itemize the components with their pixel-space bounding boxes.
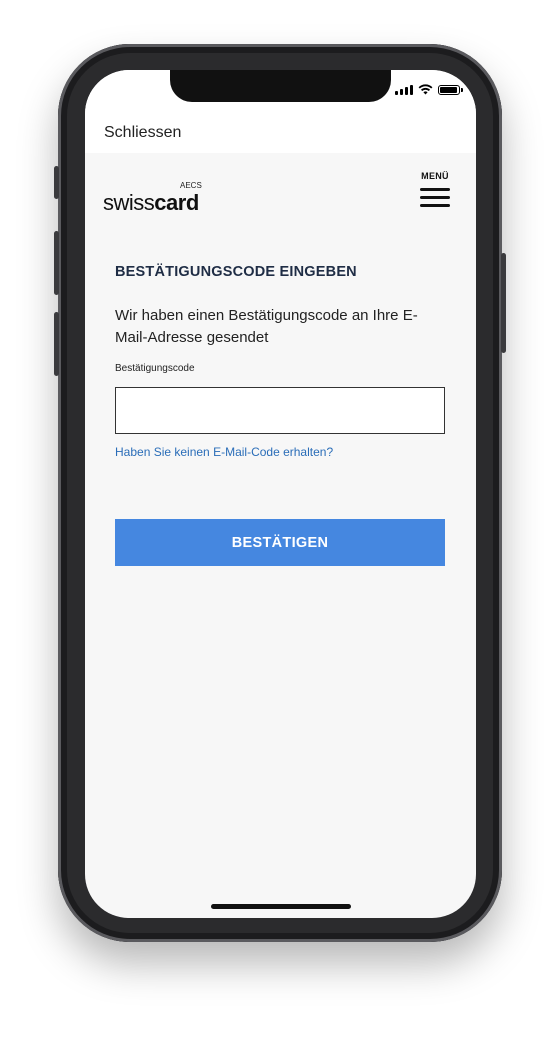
status-bar xyxy=(395,84,463,95)
confirm-button[interactable]: BESTÄTIGEN xyxy=(115,519,445,566)
logo-suffix: card xyxy=(154,190,199,215)
menu-label: MENÜ xyxy=(421,171,449,181)
battery-icon xyxy=(438,84,463,95)
volume-up-button xyxy=(54,231,59,295)
page-title: BESTÄTIGUNGSCODE EINGEBEN xyxy=(115,264,357,280)
signal-icon xyxy=(395,84,413,95)
volume-down-button xyxy=(54,312,59,376)
intro-text: Wir haben einen Bestätigungscode an Ihre… xyxy=(115,307,418,346)
logo-wordmark: swisscard xyxy=(103,190,199,216)
wifi-icon xyxy=(418,84,433,95)
confirmation-code-input[interactable] xyxy=(115,387,445,434)
hamburger-icon xyxy=(420,188,450,207)
power-button xyxy=(501,253,506,353)
logo-prefix: swiss xyxy=(103,190,155,215)
menu-button[interactable]: MENÜ xyxy=(420,171,450,212)
code-field-label: Bestätigungscode xyxy=(115,363,195,374)
close-link[interactable]: Schliessen xyxy=(104,124,181,142)
logo-superscript: AECS xyxy=(180,181,202,190)
screen: Schliessen AECS swisscard MENÜ BESTÄTIGU… xyxy=(85,70,476,918)
home-indicator xyxy=(211,904,351,909)
notch xyxy=(170,70,391,102)
no-code-received-link[interactable]: Haben Sie keinen E-Mail-Code erhalten? xyxy=(115,445,333,459)
mute-switch xyxy=(54,166,59,199)
